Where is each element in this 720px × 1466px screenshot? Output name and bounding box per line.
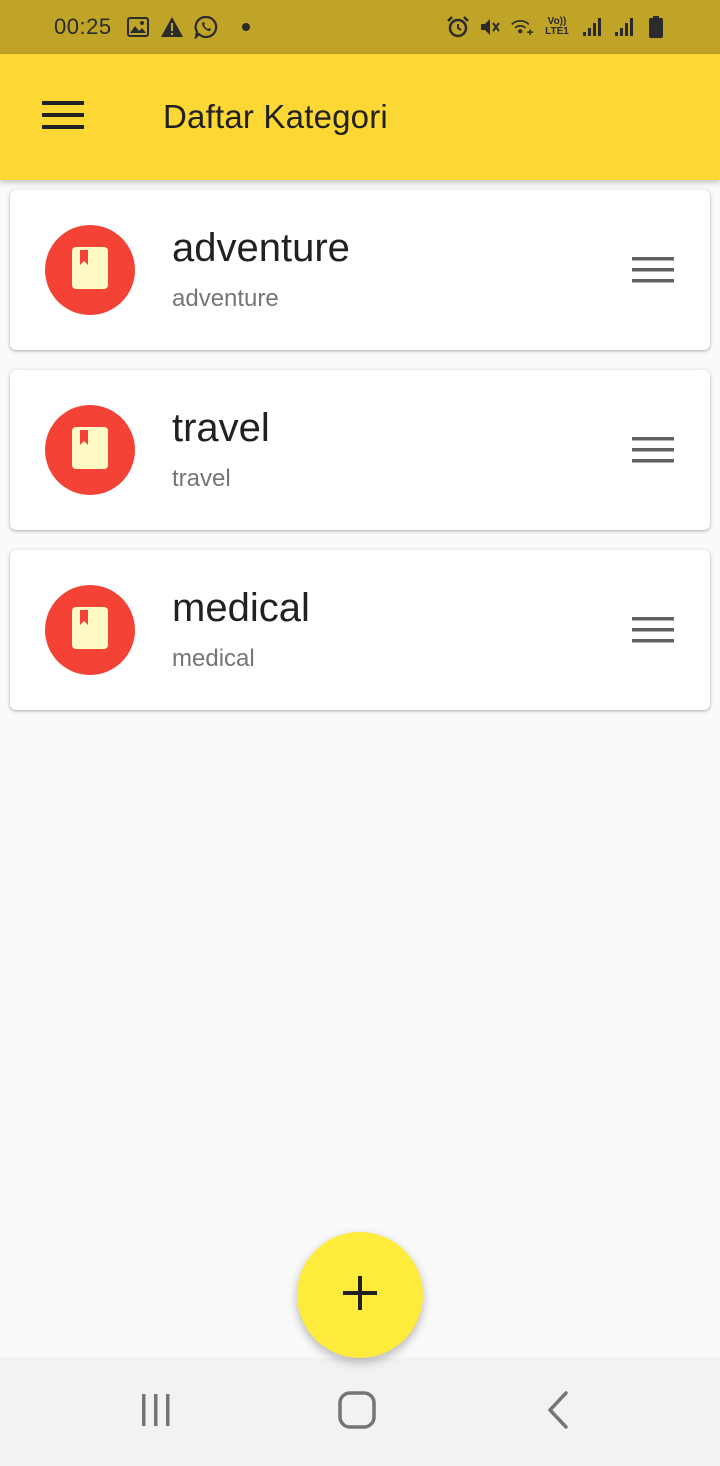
book-icon [72,246,108,294]
dot-icon [241,23,250,31]
category-title: medical [172,586,310,630]
whatsapp-icon [194,15,218,39]
back-button[interactable] [498,1358,618,1466]
recent-apps-button[interactable] [96,1358,216,1466]
category-title: travel [172,406,270,450]
home-button[interactable] [297,1358,417,1466]
book-icon [72,606,108,654]
category-title: adventure [172,226,350,270]
category-card[interactable]: travel travel [10,370,710,530]
drag-handle-icon[interactable] [626,423,680,477]
category-avatar [45,225,135,315]
menu-icon [42,100,84,134]
volte-icon: Vo)) LTE1 [542,15,572,39]
lte-label: LTE1 [545,26,569,37]
category-avatar [45,405,135,495]
wifi-calling-icon [510,15,534,39]
status-time: 00:25 [54,14,112,39]
add-category-button[interactable] [297,1232,423,1358]
status-bar: 00:25 Vo)) LTE1 [0,0,720,54]
category-card[interactable]: adventure adventure [10,190,710,350]
category-avatar [45,585,135,675]
image-icon [126,15,150,39]
back-icon [546,1390,570,1434]
category-card[interactable]: medical medical [10,550,710,710]
page-title: Daftar Kategori [163,98,388,135]
warning-icon [160,15,184,39]
system-nav-bar [0,1358,720,1466]
alarm-icon [446,15,470,39]
drag-handle-icon[interactable] [626,603,680,657]
home-icon [338,1390,376,1434]
signal-1-icon [580,15,604,39]
battery-icon [644,15,668,39]
drag-handle-icon[interactable] [626,243,680,297]
recent-apps-icon [139,1393,173,1432]
plus-icon [343,1275,377,1315]
category-subtitle: travel [172,465,231,492]
book-icon [72,426,108,474]
app-bar: Daftar Kategori [0,54,720,180]
category-subtitle: medical [172,645,255,672]
category-subtitle: adventure [172,285,279,312]
signal-2-icon [612,15,636,39]
menu-button[interactable] [30,84,96,150]
mute-icon [478,15,502,39]
